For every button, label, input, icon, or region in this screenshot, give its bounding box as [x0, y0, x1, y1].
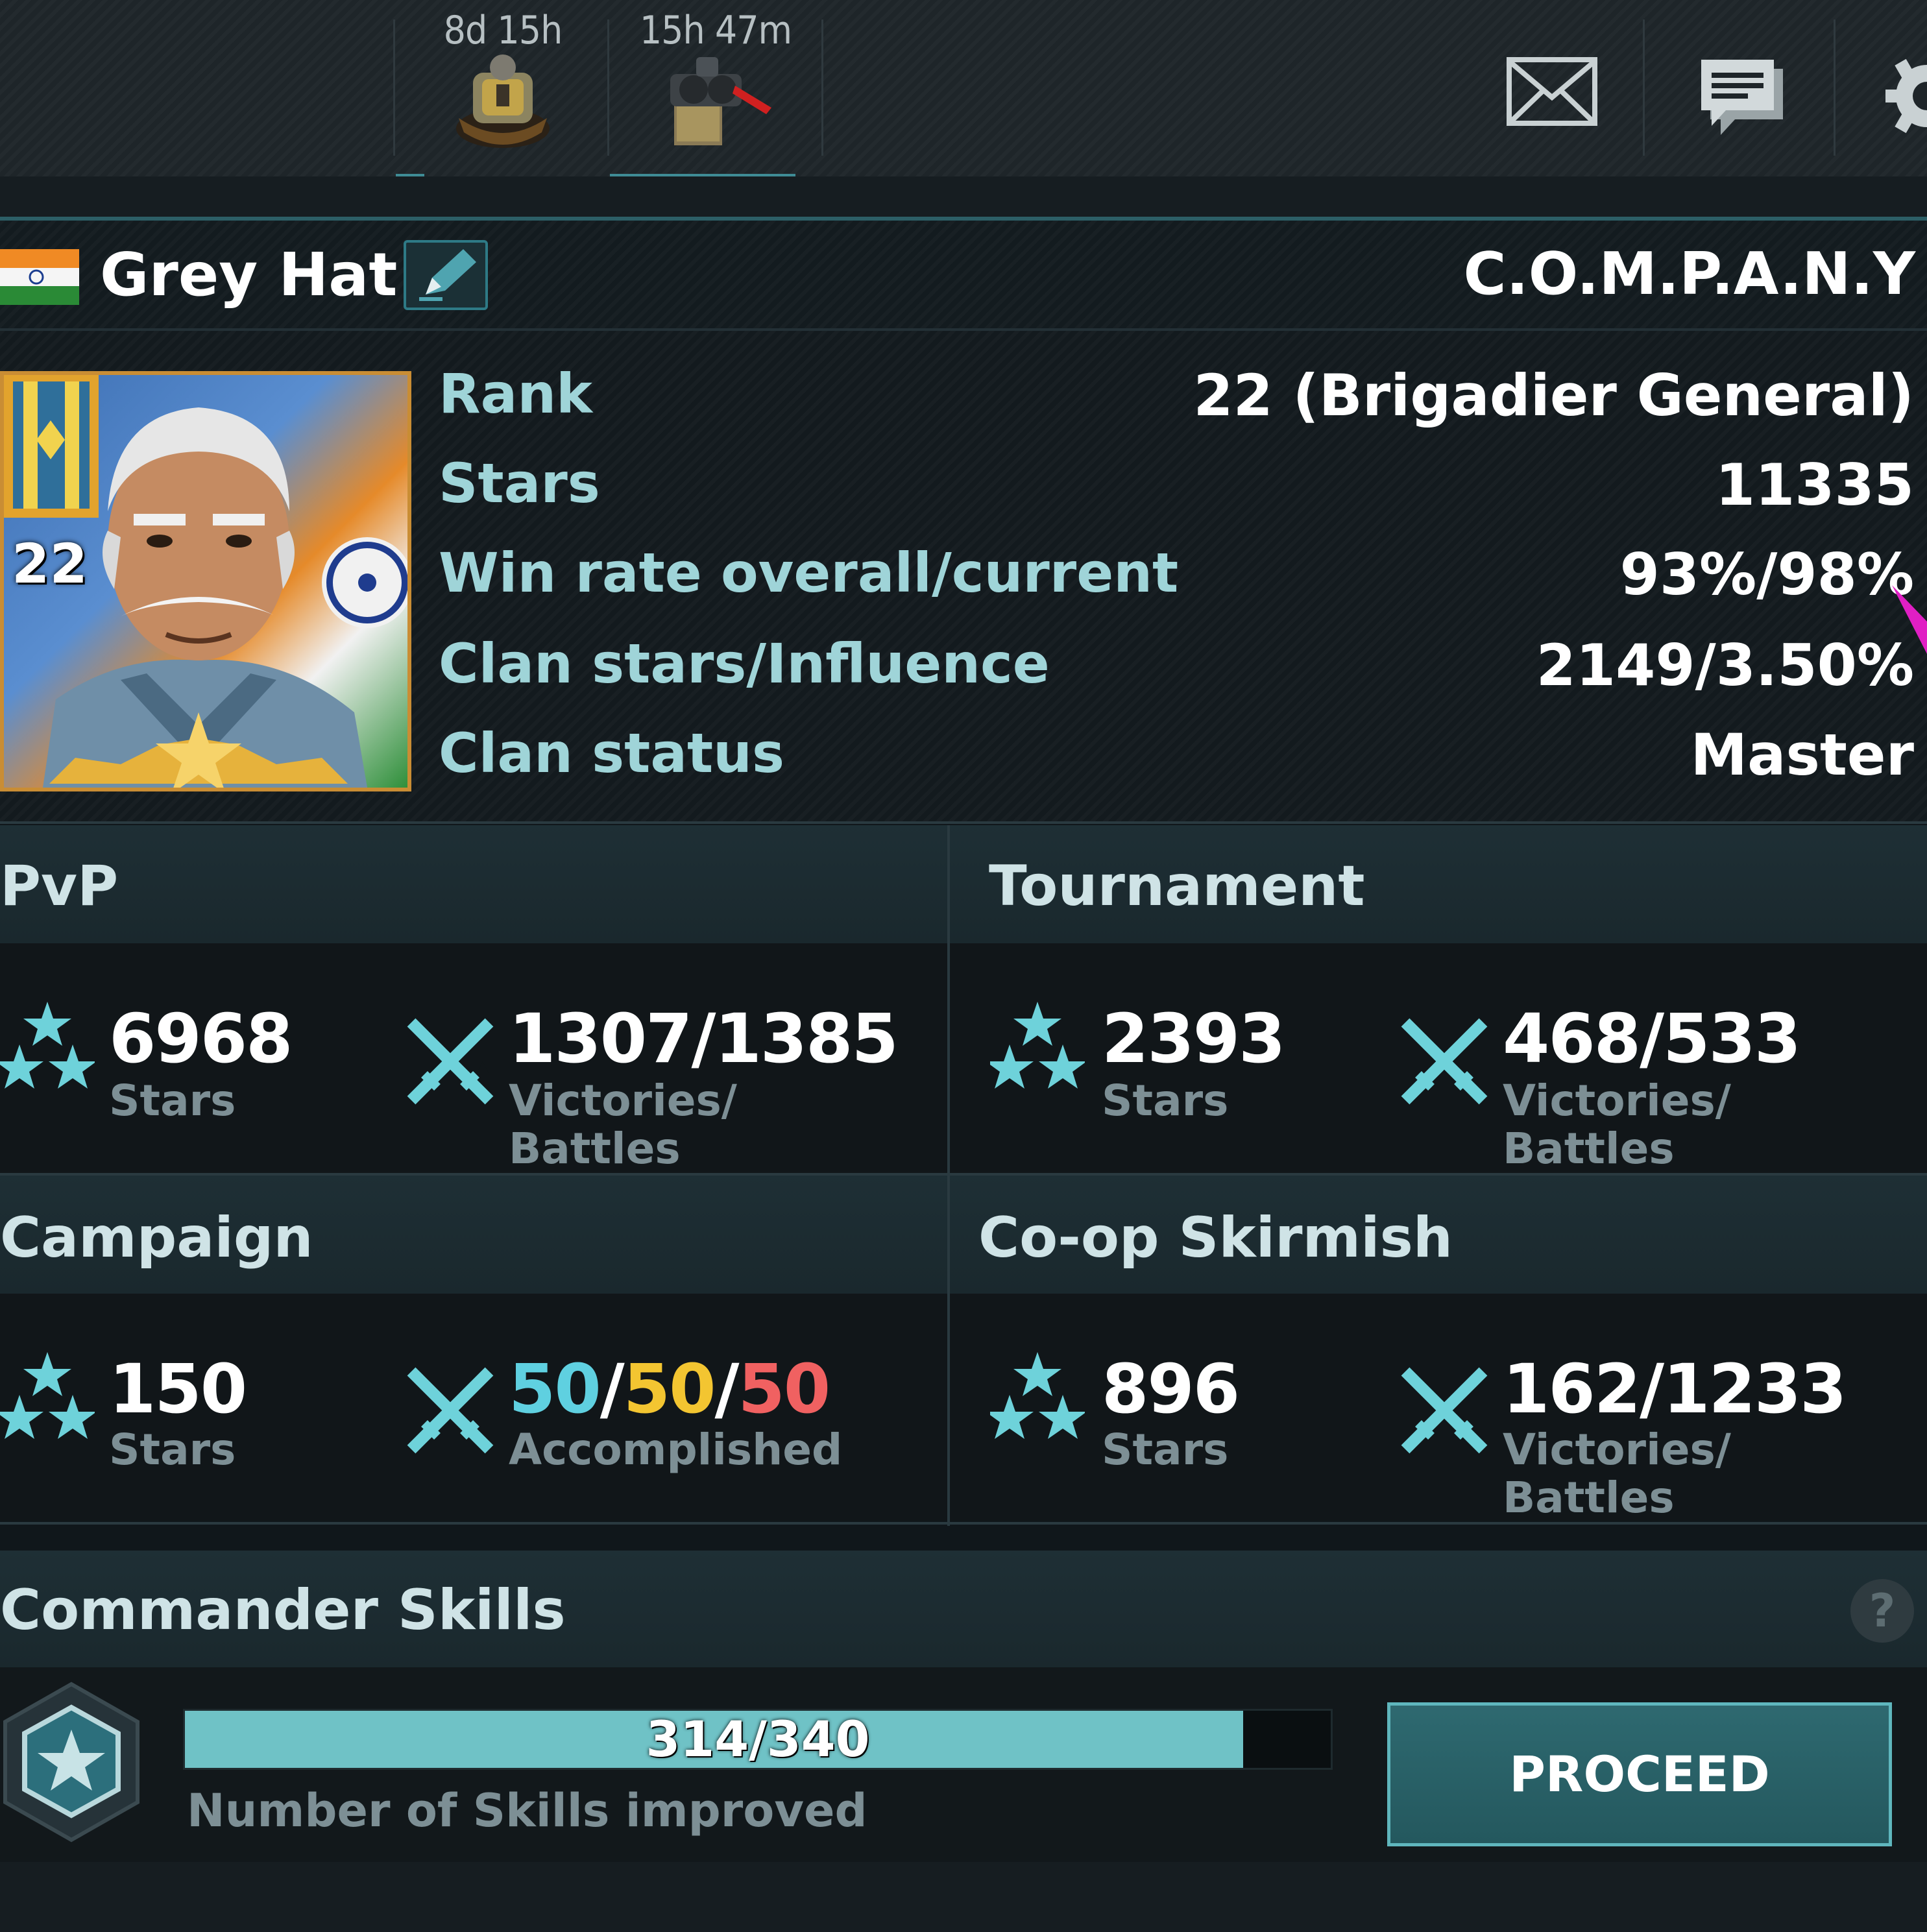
- timer-text: 8d 15h: [443, 8, 563, 53]
- stat-value-clan-stars: 2149/3.50%: [1536, 632, 1914, 699]
- crossed-swords-icon: [407, 1367, 494, 1454]
- skills-progress-bar: 314/340: [183, 1709, 1333, 1770]
- record-label-line: Victories/: [509, 1076, 737, 1126]
- timer-slot-helmet[interactable]: 8d 15h: [396, 0, 610, 176]
- record-label-line: Battles: [509, 1124, 681, 1174]
- stat-label-rank: Rank: [439, 362, 593, 426]
- separator: /: [714, 1349, 739, 1429]
- divider: [1834, 19, 1836, 156]
- rank-badge: 22: [12, 532, 88, 596]
- player-name: Grey Hat: [100, 240, 398, 309]
- stat-value-stars: 11335: [1715, 452, 1914, 518]
- india-flag-icon: [0, 249, 79, 305]
- tournament-stars: 2393: [1102, 999, 1285, 1078]
- record-label-line: Victories/: [1503, 1425, 1731, 1475]
- divider: [0, 821, 1927, 824]
- timer-slot-weapon[interactable]: 15h 47m: [610, 0, 821, 176]
- pvp-title: PvP: [0, 854, 119, 919]
- divider: [607, 19, 609, 156]
- pvp-record: 1307/1385: [509, 999, 899, 1078]
- coop-stars: 896: [1102, 1349, 1240, 1429]
- proceed-button[interactable]: PROCEED: [1387, 1702, 1892, 1846]
- progress-caption: Number of Skills improved: [187, 1784, 867, 1837]
- weapon-crate-icon: [670, 57, 771, 145]
- gear-icon[interactable]: [1882, 57, 1927, 135]
- coop-stars-label: Stars: [1102, 1425, 1229, 1475]
- campaign-accomplished-normal: 50: [623, 1349, 716, 1429]
- stat-label-win-rate: Win rate overall/current: [439, 541, 1179, 605]
- pencil-icon: [419, 249, 476, 301]
- pvp-record-label: Victories/ Battles: [509, 1077, 737, 1173]
- record-label-line: Victories/: [1503, 1076, 1731, 1126]
- divider: [821, 19, 823, 156]
- campaign-title: Campaign: [0, 1205, 313, 1270]
- tournament-title: Tournament: [989, 854, 1365, 919]
- stat-label-clan-status: Clan status: [439, 721, 784, 785]
- campaign-accomplished: 50/50/50: [509, 1349, 830, 1429]
- stars-icon: [0, 1352, 95, 1439]
- edit-name-button[interactable]: [404, 240, 488, 310]
- helmet-crate-icon: [456, 54, 550, 148]
- stat-value-rank: 22 (Brigadier General): [1193, 362, 1914, 429]
- divider: [0, 1522, 1927, 1525]
- stars-icon: [990, 1352, 1085, 1439]
- pointer-cursor-icon: [1892, 585, 1927, 654]
- commander-skills-title: Commander Skills: [0, 1578, 566, 1643]
- stat-label-stars: Stars: [439, 452, 600, 515]
- pvp-stars-label: Stars: [109, 1076, 236, 1126]
- pvp-header: [0, 825, 947, 943]
- timer-text: 15h 47m: [639, 8, 792, 53]
- pvp-stars: 6968: [109, 999, 293, 1078]
- stat-value-win-rate: 93%/98%: [1619, 541, 1914, 608]
- crossed-swords-icon: [407, 1018, 494, 1105]
- record-label-line: Battles: [1503, 1124, 1675, 1174]
- divider: [1643, 19, 1645, 156]
- campaign-stars: 150: [109, 1349, 247, 1429]
- separator: /: [600, 1349, 625, 1429]
- crossed-swords-icon: [1401, 1018, 1488, 1105]
- crossed-swords-icon: [1401, 1367, 1488, 1454]
- stars-icon: [0, 1002, 95, 1089]
- tournament-stars-label: Stars: [1102, 1076, 1229, 1126]
- help-icon[interactable]: ?: [1850, 1579, 1914, 1643]
- mail-icon[interactable]: [1507, 57, 1597, 126]
- top-bar-shadow: [0, 176, 1927, 217]
- stars-icon: [990, 1002, 1085, 1089]
- campaign-accomplished-easy: 50: [509, 1349, 601, 1429]
- progress-text: 314/340: [646, 1710, 870, 1768]
- tournament-record-label: Victories/ Battles: [1503, 1077, 1731, 1173]
- bottom-strip: [0, 1862, 1927, 1932]
- coop-record: 162/1233: [1503, 1349, 1847, 1429]
- clan-name[interactable]: C.O.M.P.A.N.Y: [1463, 240, 1915, 308]
- tournament-record: 468/533: [1503, 999, 1801, 1078]
- stat-value-clan-status: Master: [1690, 721, 1914, 788]
- coop-record-label: Victories/ Battles: [1503, 1426, 1731, 1522]
- campaign-record-label: Accomplished: [509, 1425, 843, 1475]
- divider: [393, 19, 395, 156]
- skill-badge-icon: [3, 1682, 139, 1842]
- chat-icon[interactable]: [1697, 57, 1788, 141]
- top-bar: 8d 15h 15h 47m: [0, 0, 1927, 183]
- divider: [947, 825, 950, 1526]
- coop-title: Co-op Skirmish: [978, 1205, 1453, 1270]
- record-label-line: Battles: [1503, 1473, 1675, 1523]
- campaign-accomplished-hard: 50: [738, 1349, 830, 1429]
- campaign-stars-label: Stars: [109, 1425, 236, 1475]
- stat-label-clan-stars: Clan stars/Influence: [439, 632, 1050, 695]
